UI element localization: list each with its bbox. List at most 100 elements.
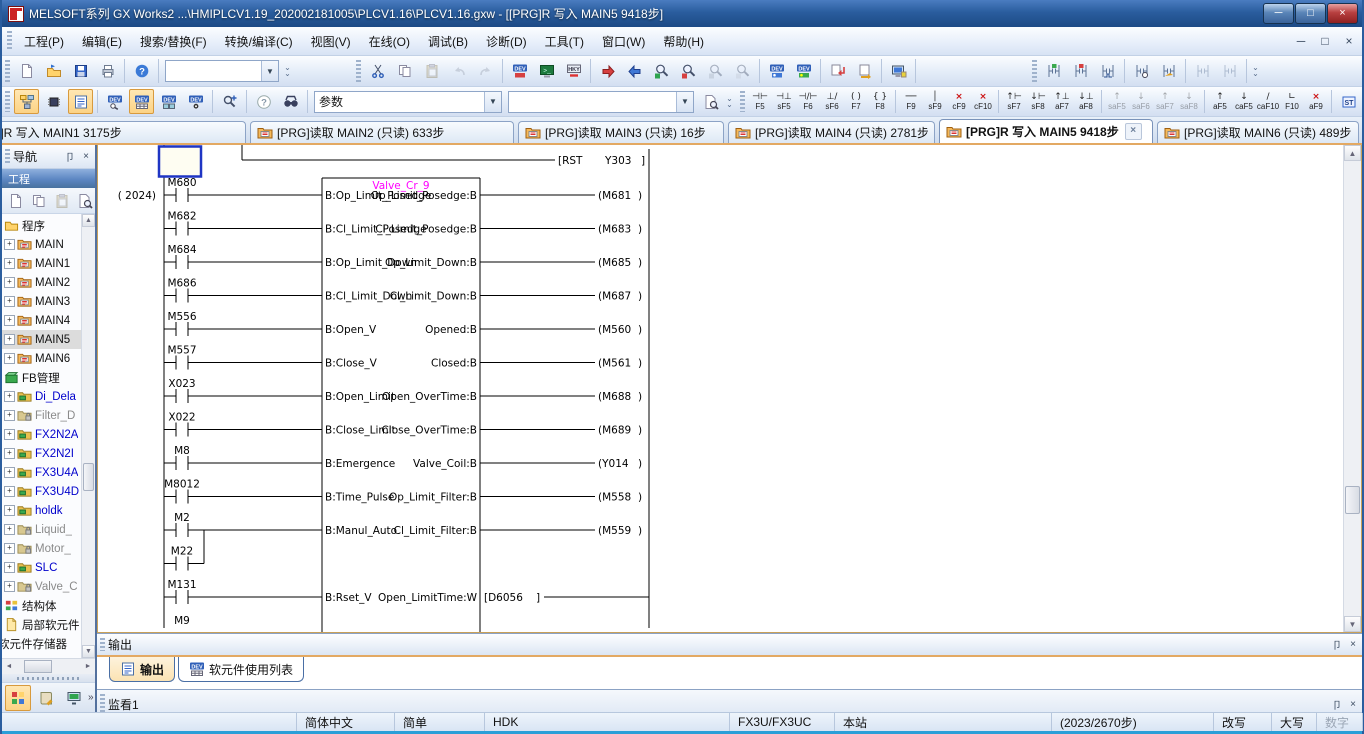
scroll-right-icon[interactable]: ►: [81, 660, 95, 673]
fkey-F10-button[interactable]: ∟F10: [1280, 88, 1304, 115]
fkey-F6-button[interactable]: ⊣/⊢F6: [796, 88, 820, 115]
expand-icon[interactable]: +: [4, 543, 15, 554]
doc-tab-3[interactable]: [PRG]读取 MAIN3 (只读) 16步: [518, 121, 724, 143]
tree-vertical-scrollbar[interactable]: ▲ ▼: [81, 214, 95, 658]
minimize-button[interactable]: ─: [1263, 3, 1294, 24]
dev-find-button[interactable]: DEV: [102, 89, 127, 114]
menu-P[interactable]: 工程(P): [15, 31, 73, 53]
expand-icon[interactable]: +: [4, 448, 15, 459]
open-project-button[interactable]: [41, 59, 66, 84]
tree-hscroll-thumb[interactable]: [24, 660, 52, 673]
doc-tab-1[interactable]: [PRG]R 写入 MAIN1 3175步: [2, 121, 246, 143]
tree-scroll-thumb[interactable]: [83, 463, 94, 491]
fkey-F8-button[interactable]: { }F8: [868, 88, 892, 115]
fkey-sF7-button[interactable]: ↑⊢sF7: [1002, 88, 1026, 115]
menu-F[interactable]: 搜索/替换(F): [131, 31, 216, 53]
binoculars-button[interactable]: [278, 89, 303, 114]
tree-item-Di_Dela[interactable]: +Di_Dela: [2, 387, 81, 406]
menu-E[interactable]: 编辑(E): [73, 31, 131, 53]
tree-item-Filter_D[interactable]: +Filter_D: [2, 406, 81, 425]
parameter-combo-dropdown-icon[interactable]: ▼: [484, 92, 501, 112]
copy-button[interactable]: [27, 189, 50, 212]
tree-item-MAIN3[interactable]: +MAIN3: [2, 292, 81, 311]
paste-button[interactable]: [50, 189, 73, 212]
arrow-red-button[interactable]: [595, 59, 620, 84]
fkey-sF9-button[interactable]: │sF9: [923, 88, 947, 115]
screen-capture-button[interactable]: >_: [534, 59, 559, 84]
doc-tab-5[interactable]: [PRG]R 写入 MAIN5 9418步×: [939, 119, 1153, 143]
nav-tree-button[interactable]: [14, 89, 39, 114]
find-gray2-button[interactable]: [730, 59, 755, 84]
mdi-close-button[interactable]: ×: [1338, 32, 1360, 50]
expand-icon[interactable]: +: [4, 334, 15, 345]
fkey-sF5-button[interactable]: ⊣⊥sF5: [772, 88, 796, 115]
output-tab-软元件使用列表[interactable]: DEV软元件使用列表: [178, 657, 304, 682]
tree-item-FB管理[interactable]: FB管理: [2, 368, 81, 387]
dev-green-button[interactable]: DEV: [791, 59, 816, 84]
menu-B[interactable]: 调试(B): [419, 31, 477, 53]
page-find-button[interactable]: [698, 89, 723, 114]
dev-key-button[interactable]: HKY: [561, 59, 586, 84]
pc-monitor-button[interactable]: [886, 59, 911, 84]
tree-item-FX2N2I[interactable]: +FX2N2I: [2, 444, 81, 463]
scroll-left-icon[interactable]: ◄: [2, 660, 16, 673]
mdi-minimize-button[interactable]: ─: [1290, 32, 1312, 50]
dev-blue-button[interactable]: DEV: [764, 59, 789, 84]
fkey-F7-button[interactable]: ( )F7: [844, 88, 868, 115]
monitor-find-button[interactable]: [1129, 59, 1154, 84]
st-button[interactable]: ST: [1336, 89, 1361, 114]
tree-item-Valve_C[interactable]: +Valve_C: [2, 577, 81, 596]
expand-icon[interactable]: +: [4, 581, 15, 592]
fkey-cF9-button[interactable]: ×cF9: [947, 88, 971, 115]
connect-destination-button[interactable]: [61, 685, 87, 711]
monitor-pulse-button[interactable]: [1095, 59, 1120, 84]
expand-icon[interactable]: +: [4, 410, 15, 421]
expand-icon[interactable]: +: [4, 562, 15, 573]
page-find-button[interactable]: [73, 189, 96, 212]
watch-close-icon[interactable]: ×: [1346, 698, 1360, 712]
monitor-b-button[interactable]: [1217, 59, 1242, 84]
tree-item-FX2N2A[interactable]: +FX2N2A: [2, 425, 81, 444]
fkey-aF5-button[interactable]: ↑aF5: [1208, 88, 1232, 115]
copy-button[interactable]: [392, 59, 417, 84]
toolbar-overflow-icon[interactable]: ⌄⌄: [1250, 56, 1261, 86]
doc-tab-6[interactable]: [PRG]读取 MAIN6 (只读) 489步: [1157, 121, 1359, 143]
fkey-caF5-button[interactable]: ↓caF5: [1232, 88, 1256, 115]
output-pin-icon[interactable]: 卩: [1330, 638, 1344, 652]
expand-icon[interactable]: +: [4, 524, 15, 535]
user-library-button[interactable]: [33, 685, 59, 711]
parameter-combo[interactable]: 参数▼: [314, 91, 502, 113]
expand-icon[interactable]: +: [4, 353, 15, 364]
editor-vertical-scrollbar[interactable]: ▲ ▼: [1343, 145, 1361, 632]
menu-C[interactable]: 转换/编译(C): [216, 31, 302, 53]
new-doc-button[interactable]: [4, 189, 27, 212]
tree-item-结构体[interactable]: 结构体: [2, 596, 81, 615]
device-combo-dropdown-icon[interactable]: ▼: [676, 92, 693, 112]
expand-icon[interactable]: +: [4, 505, 15, 516]
find-green-button[interactable]: [649, 59, 674, 84]
monitor-start-button[interactable]: [1041, 59, 1066, 84]
doc-tab-4[interactable]: [PRG]读取 MAIN4 (只读) 2781步: [728, 121, 935, 143]
tree-item-holdk[interactable]: +holdk: [2, 501, 81, 520]
close-button[interactable]: ×: [1327, 3, 1358, 24]
find-red-button[interactable]: [676, 59, 701, 84]
expand-icon[interactable]: +: [4, 467, 15, 478]
output-close-icon[interactable]: ×: [1346, 638, 1360, 652]
expand-icon[interactable]: +: [4, 315, 15, 326]
watch-pin-icon[interactable]: 卩: [1330, 698, 1344, 712]
quick-access-combo[interactable]: ▼: [165, 60, 279, 82]
fkey-caF10-button[interactable]: /caF10: [1256, 88, 1280, 115]
tree-item-MAIN6[interactable]: +MAIN6: [2, 349, 81, 368]
maximize-button[interactable]: □: [1295, 3, 1326, 24]
dev-pair-button[interactable]: DEV: [156, 89, 181, 114]
tree-item-SLC[interactable]: +SLC: [2, 558, 81, 577]
anchor-find-button[interactable]: [217, 89, 242, 114]
tree-item-Liquid_[interactable]: +Liquid_: [2, 520, 81, 539]
quick-access-combo-dropdown-icon[interactable]: ▼: [261, 61, 278, 81]
pane-splitter[interactable]: [2, 674, 95, 682]
help-gray-button[interactable]: ?: [251, 89, 276, 114]
toolbar-overflow-icon[interactable]: ⌄⌄: [724, 87, 735, 116]
fkey-F9-button[interactable]: ──F9: [899, 88, 923, 115]
view-switcher-more-icon[interactable]: »: [88, 692, 97, 703]
menu-D[interactable]: 诊断(D): [477, 31, 536, 53]
